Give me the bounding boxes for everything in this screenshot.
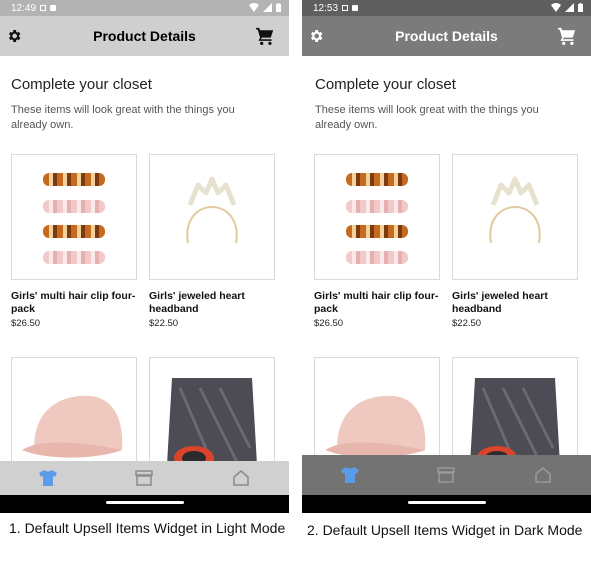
battery-icon (276, 3, 281, 12)
signal-icon (263, 3, 272, 12)
home-icon[interactable] (533, 465, 553, 485)
signal-icon (565, 3, 574, 12)
store-icon[interactable] (134, 468, 154, 488)
caption-dark: 2. Default Upsell Items Widget in Dark M… (307, 522, 583, 538)
home-indicator[interactable] (407, 501, 486, 504)
product-name: Girls' jeweled heart headband (452, 290, 548, 315)
home-icon[interactable] (231, 468, 251, 488)
notification-icon (40, 5, 47, 11)
status-time: 12:53 (313, 2, 339, 14)
product-name: Girls' multi hair clip four-pack (11, 290, 136, 315)
app-bar: Product Details (0, 16, 289, 56)
cart-icon[interactable] (255, 27, 275, 45)
product-card[interactable]: Girls' jeweled heart headband $22.50 (149, 154, 275, 329)
wifi-icon (551, 3, 561, 12)
product-card[interactable]: Girls' jeweled heart headband $22.50 (452, 154, 578, 329)
home-indicator[interactable] (105, 501, 184, 504)
sim-icon (352, 5, 359, 11)
product-price: $22.50 (149, 318, 179, 329)
wifi-icon (249, 3, 259, 12)
bottom-nav (0, 461, 289, 495)
gesture-bar (0, 495, 289, 513)
product-price: $26.50 (314, 318, 344, 329)
product-card[interactable]: Girls' multi hair clip four-pack $26.50 (11, 154, 137, 329)
bottom-nav (302, 455, 591, 495)
hair-clips-image (11, 154, 137, 280)
sim-icon (50, 5, 57, 11)
phone-dark-mode: 12:53 Product Details Complete your clos… (302, 0, 591, 513)
product-name: Girls' multi hair clip four-pack (314, 290, 439, 315)
gesture-bar (302, 495, 591, 513)
page-title: Product Details (395, 28, 498, 44)
notification-icon (342, 5, 349, 11)
page-title: Product Details (93, 28, 196, 44)
widget-heading: Complete your closet (11, 76, 152, 93)
store-icon[interactable] (436, 465, 456, 485)
product-price: $22.50 (452, 318, 482, 329)
widget-heading: Complete your closet (315, 76, 456, 93)
widget-subtext: These items will look great with the thi… (315, 104, 539, 131)
cart-icon[interactable] (557, 27, 577, 45)
widget-subtext: These items will look great with the thi… (11, 104, 235, 131)
status-time: 12:49 (11, 2, 37, 14)
app-bar: Product Details (302, 16, 591, 56)
phone-light-mode: 12:49 Product Details Complete your clos… (0, 0, 289, 513)
battery-icon (578, 3, 583, 12)
headband-image (452, 154, 578, 280)
product-price: $26.50 (11, 318, 41, 329)
hair-clips-image (314, 154, 440, 280)
caption-light: 1. Default Upsell Items Widget in Light … (9, 520, 286, 536)
product-name: Girls' jeweled heart headband (149, 290, 245, 315)
status-bar: 12:53 (302, 0, 591, 16)
shirt-icon[interactable] (38, 468, 58, 488)
upsell-widget: Complete your closet These items will lo… (302, 56, 591, 483)
headband-image (149, 154, 275, 280)
upsell-widget: Complete your closet These items will lo… (0, 56, 289, 483)
product-card[interactable]: Girls' multi hair clip four-pack $26.50 (314, 154, 440, 329)
status-bar: 12:49 (0, 0, 289, 16)
shirt-icon[interactable] (340, 465, 360, 485)
